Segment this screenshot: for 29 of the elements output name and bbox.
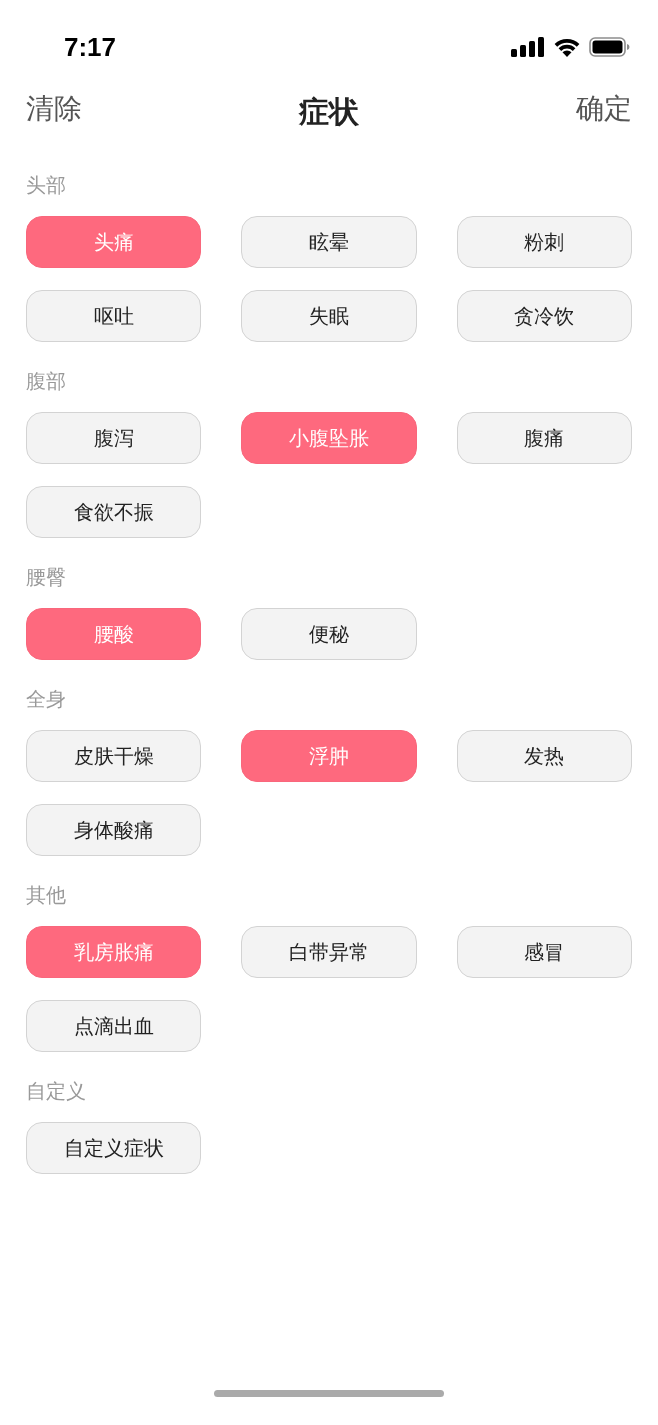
symptom-chip[interactable]: 便秘 <box>241 608 417 660</box>
signal-icon <box>511 37 545 57</box>
symptom-chip[interactable]: 点滴出血 <box>26 1000 202 1052</box>
symptom-chip[interactable]: 呕吐 <box>26 290 202 342</box>
symptom-chip[interactable]: 腹痛 <box>456 412 632 464</box>
symptom-chip[interactable]: 眩晕 <box>241 216 417 268</box>
symptom-chip[interactable]: 自定义症状 <box>26 1122 202 1174</box>
status-time: 7:17 <box>64 31 117 63</box>
symptom-chip[interactable]: 食欲不振 <box>26 486 202 538</box>
section-label: 全身 <box>26 687 66 711</box>
symptom-chip[interactable]: 腹泻 <box>26 412 202 464</box>
symptom-chip[interactable]: 失眠 <box>241 290 417 342</box>
battery-icon <box>589 37 630 57</box>
wifi-icon <box>553 37 581 57</box>
symptom-chip[interactable]: 感冒 <box>456 926 632 978</box>
symptom-chip[interactable]: 粉刺 <box>456 216 632 268</box>
page-title: 症状 <box>299 94 359 130</box>
section-label: 腰臀 <box>26 565 66 589</box>
confirm-button[interactable]: 确定 <box>576 91 632 127</box>
clear-button[interactable]: 清除 <box>26 91 82 127</box>
section-label: 头部 <box>26 173 66 197</box>
symptom-chip[interactable]: 发热 <box>456 730 632 782</box>
symptom-chip[interactable]: 贪冷饮 <box>456 290 632 342</box>
section-label: 其他 <box>26 883 66 907</box>
symptom-chip[interactable]: 身体酸痛 <box>26 804 202 856</box>
section-label: 腹部 <box>26 369 66 393</box>
section-label: 自定义 <box>26 1079 86 1103</box>
symptom-chip[interactable]: 白带异常 <box>241 926 417 978</box>
symptom-chip[interactable]: 皮肤干燥 <box>26 730 202 782</box>
